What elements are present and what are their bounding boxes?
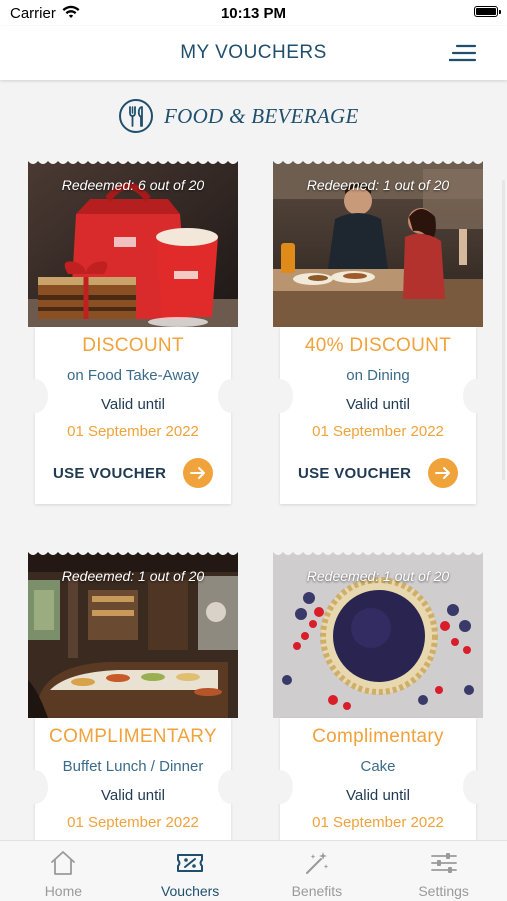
tab-vouchers[interactable]: Vouchers: [127, 841, 254, 901]
voucher-title: 40% DISCOUNT: [304, 335, 452, 356]
tab-bar: Home Vouchers Benefits Settings: [0, 840, 507, 901]
valid-until-date: 01 September 2022: [312, 423, 444, 440]
voucher-card[interactable]: Redeemed: 1 out of 20 40% DISCOUNT on Di…: [267, 159, 489, 504]
ticket-edge: [28, 159, 238, 164]
magic-wand-icon: [305, 852, 329, 874]
voucher-title: Complimentary: [312, 726, 444, 747]
arrow-right-icon[interactable]: [428, 458, 458, 488]
voucher-card[interactable]: Redeemed: 6 out of 20 DISCOUNT on Food T…: [22, 159, 244, 504]
tab-label: Settings: [418, 883, 469, 899]
voucher-subtitle: Cake: [360, 758, 396, 775]
redeemed-count: Redeemed: 1 out of 20: [306, 177, 450, 193]
redeemed-count: Redeemed: 6 out of 20: [61, 177, 205, 193]
use-voucher-button[interactable]: USE VOUCHER: [53, 458, 213, 488]
voucher-details: DISCOUNT on Food Take-Away Valid until 0…: [22, 327, 244, 504]
voucher-icon: [177, 854, 204, 872]
valid-until-label: Valid until: [346, 396, 410, 413]
buffet-photo: Redeemed: 1 out of 20: [28, 550, 238, 718]
tab-label: Vouchers: [160, 883, 220, 899]
voucher-title: DISCOUNT: [82, 335, 184, 356]
valid-until-label: Valid until: [346, 787, 410, 804]
takeaway-photo: Redeemed: 6 out of 20: [28, 159, 238, 327]
voucher-card[interactable]: Redeemed: 1 out of 20 COMPLIMENTARY Buff…: [22, 550, 244, 840]
voucher-subtitle: Buffet Lunch / Dinner: [62, 758, 204, 775]
battery-icon: [474, 6, 501, 17]
voucher-details: COMPLIMENTARY Buffet Lunch / Dinner Vali…: [22, 718, 244, 840]
use-voucher-label: USE VOUCHER: [53, 464, 167, 482]
ticket-notch: [22, 379, 48, 413]
valid-until-date: 01 September 2022: [312, 814, 444, 831]
valid-until-date: 01 September 2022: [67, 423, 199, 440]
use-voucher-button[interactable]: USE VOUCHER: [298, 458, 458, 488]
voucher-title: COMPLIMENTARY: [49, 726, 217, 747]
valid-until-label: Valid until: [101, 787, 165, 804]
ticket-edge: [273, 159, 483, 164]
home-icon: [51, 851, 76, 875]
ticket-edge: [28, 550, 238, 555]
valid-until-date: 01 September 2022: [67, 814, 199, 831]
arrow-right-icon[interactable]: [183, 458, 213, 488]
ticket-notch: [463, 770, 489, 804]
dining-couple-photo: Redeemed: 1 out of 20: [273, 159, 483, 327]
nav-bar: MY VOUCHERS: [0, 26, 507, 80]
ticket-edge: [273, 550, 483, 555]
ticket-notch: [267, 770, 293, 804]
voucher-details: 40% DISCOUNT on Dining Valid until 01 Se…: [267, 327, 489, 504]
page-title: MY VOUCHERS: [180, 42, 327, 63]
voucher-list[interactable]: FOOD & BEVERAGE Redeemed: 6 out of 20 DI…: [0, 80, 507, 840]
ticket-notch: [218, 379, 244, 413]
redeemed-count: Redeemed: 1 out of 20: [306, 568, 450, 584]
tab-settings[interactable]: Settings: [380, 841, 507, 901]
berry-tart-photo: Redeemed: 1 out of 20: [273, 550, 483, 718]
valid-until-label: Valid until: [101, 396, 165, 413]
tab-benefits[interactable]: Benefits: [254, 841, 381, 901]
scrollbar[interactable]: [502, 180, 505, 480]
use-voucher-label: USE VOUCHER: [298, 464, 412, 482]
ticket-notch: [267, 379, 293, 413]
voucher-subtitle: on Food Take-Away: [66, 367, 200, 384]
section-header: FOOD & BEVERAGE: [118, 96, 359, 136]
tab-label: Benefits: [291, 883, 343, 899]
tab-home[interactable]: Home: [0, 841, 127, 901]
voucher-subtitle: on Dining: [346, 367, 410, 384]
menu-icon[interactable]: [449, 42, 477, 64]
ticket-notch: [218, 770, 244, 804]
section-title: FOOD & BEVERAGE: [164, 103, 359, 128]
redeemed-count: Redeemed: 1 out of 20: [61, 568, 205, 584]
clock: 10:13 PM: [220, 5, 287, 22]
sliders-icon: [430, 853, 457, 873]
ticket-notch: [22, 770, 48, 804]
ticket-notch: [463, 379, 489, 413]
tab-label: Home: [44, 883, 83, 899]
voucher-details: Complimentary Cake Valid until 01 Septem…: [267, 718, 489, 840]
cutlery-icon: [119, 99, 153, 133]
status-bar: Carrier 10:13 PM: [0, 0, 507, 26]
voucher-card[interactable]: Redeemed: 1 out of 20 Complimentary Cake…: [267, 550, 489, 840]
